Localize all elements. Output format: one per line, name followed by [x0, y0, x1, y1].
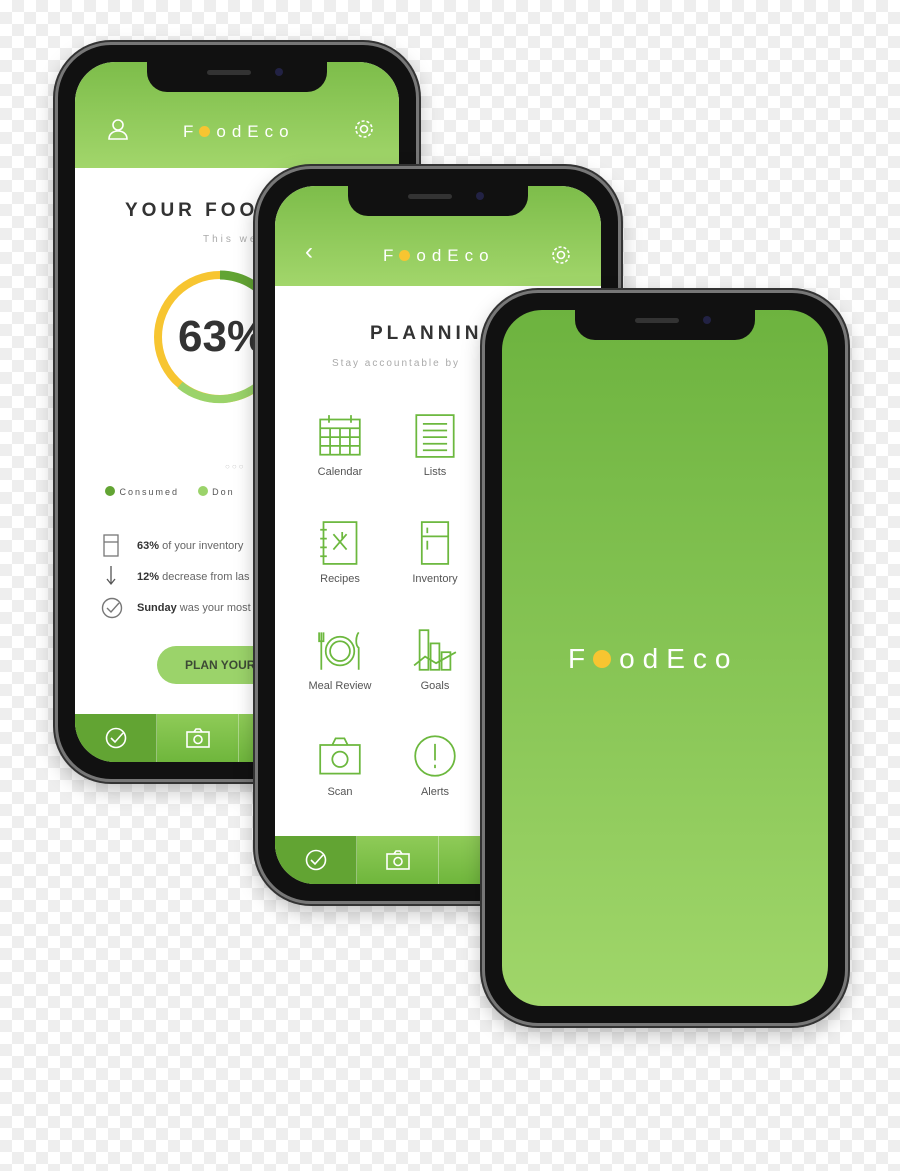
planning-item-label: Recipes — [320, 573, 360, 585]
calendar-icon — [319, 415, 361, 456]
percent-value: 63% — [178, 312, 267, 361]
list-icon — [415, 414, 455, 458]
planning-item-label: Goals — [420, 680, 450, 692]
alert-icon — [414, 735, 456, 777]
tab-check[interactable] — [275, 836, 357, 884]
planning-item-label: Alerts — [420, 786, 450, 798]
stat-row: 63% of your inventory — [137, 540, 244, 552]
page-subtitle: Stay accountable by — [332, 358, 461, 369]
stat-row: Sunday was your most — [137, 602, 251, 614]
splash-logo: FodEco — [568, 643, 739, 674]
settings-icon[interactable] — [550, 244, 572, 266]
fridge-icon — [420, 521, 450, 565]
planning-item-lists[interactable]: Lists — [390, 414, 480, 478]
notch — [575, 310, 755, 340]
tab-camera[interactable] — [357, 836, 439, 884]
page-subtitle: This we — [203, 234, 259, 245]
app-logo: FodEco — [383, 246, 495, 265]
planning-item-recipes[interactable]: Recipes — [295, 521, 385, 585]
chart-icon — [413, 629, 457, 671]
settings-icon[interactable] — [353, 118, 375, 140]
check-circle-icon — [101, 597, 123, 619]
legend: Consumed Don — [105, 486, 235, 497]
planning-item-goals[interactable]: Goals — [390, 628, 480, 692]
profile-icon[interactable] — [107, 118, 129, 140]
notch — [147, 62, 327, 92]
planning-item-calendar[interactable]: Calendar — [295, 414, 385, 478]
plate-icon — [318, 631, 360, 670]
planning-item-label: Lists — [423, 466, 447, 478]
page-dots[interactable]: ○○○ — [225, 462, 246, 471]
planning-item-label: Inventory — [412, 573, 458, 585]
camera-icon — [385, 850, 410, 870]
recipe-book-icon — [320, 521, 358, 565]
stat-row: 12% decrease from las — [137, 571, 250, 583]
tab-check[interactable] — [75, 714, 157, 762]
planning-item-meal-review[interactable]: Meal Review — [295, 628, 385, 692]
page-title: PLANNIN — [370, 323, 483, 344]
camera-icon — [319, 737, 361, 775]
camera-icon — [185, 728, 210, 748]
check-circle-icon — [105, 727, 126, 749]
tab-camera[interactable] — [157, 714, 239, 762]
app-logo: FodEco — [183, 122, 295, 141]
page-title: YOUR FOOT — [125, 200, 274, 221]
back-icon[interactable]: ‹ — [305, 238, 313, 266]
planning-item-label: Meal Review — [308, 680, 372, 692]
check-circle-icon — [305, 849, 326, 871]
fridge-icon — [103, 534, 119, 557]
planning-item-label: Scan — [327, 786, 353, 798]
planning-item-scan[interactable]: Scan — [295, 734, 385, 798]
planning-item-alerts[interactable]: Alerts — [390, 734, 480, 798]
arrow-down-icon — [106, 566, 116, 586]
phone-splash: FodEco — [482, 290, 848, 1026]
notch — [348, 186, 528, 216]
planning-item-inventory[interactable]: Inventory — [390, 521, 480, 585]
planning-item-label: Calendar — [317, 466, 363, 478]
